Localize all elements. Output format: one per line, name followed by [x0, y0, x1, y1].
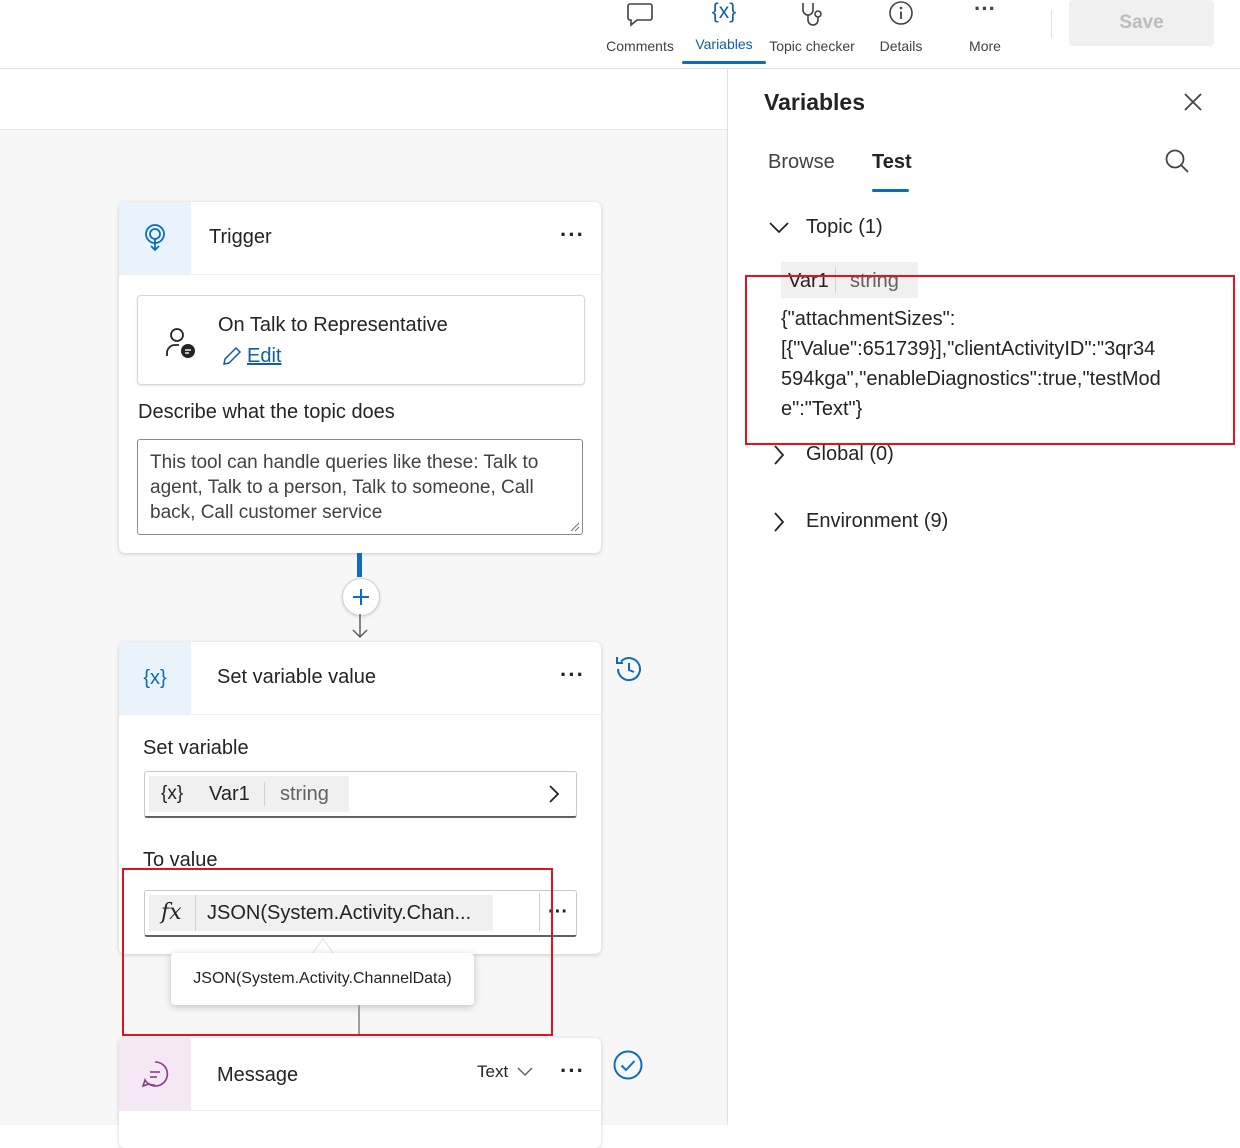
environment-section-label: Environment (9) [806, 510, 949, 532]
close-icon[interactable] [1183, 92, 1203, 112]
trigger-more-icon[interactable]: ··· [560, 222, 585, 248]
plus-icon [353, 589, 369, 605]
global-section-toggle[interactable]: Global (0) [772, 443, 894, 466]
details-label: Details [879, 38, 923, 54]
set-variable-label: Set variable [143, 737, 249, 759]
more-icon: ··· [974, 0, 996, 21]
chevron-down-icon [769, 221, 789, 233]
edit-label: Edit [247, 344, 282, 367]
formula-highlight-box [122, 868, 553, 1036]
more-button[interactable]: ··· More [955, 0, 1015, 68]
trigger-phrase-card[interactable]: On Talk to Representative Edit [137, 295, 585, 385]
set-variable-title: Set variable value [217, 666, 376, 688]
flow-connector [357, 553, 362, 577]
set-variable-more-icon[interactable]: ··· [560, 662, 585, 688]
message-node-header: Message Text ··· [119, 1038, 601, 1111]
history-icon[interactable] [613, 653, 645, 685]
variables-tab-indicator [682, 61, 766, 64]
set-variable-node-header: {x} Set variable value ··· [119, 642, 601, 715]
comments-button[interactable]: Comments [604, 0, 676, 68]
message-more-icon[interactable]: ··· [560, 1058, 585, 1084]
topic-description-textarea[interactable]: This tool can handle queries like these:… [137, 439, 583, 535]
check-circle-icon [613, 1050, 643, 1080]
pencil-icon [223, 346, 242, 365]
chevron-right-icon [549, 785, 560, 803]
variable-name: Var1 [209, 783, 250, 805]
resize-handle-icon[interactable] [570, 522, 580, 532]
arrow-down-icon [352, 614, 368, 639]
tab-browse[interactable]: Browse [768, 151, 835, 174]
top-toolbar: Comments {x} Variables Topic checker Det… [0, 0, 1240, 69]
message-mode-dropdown[interactable]: Text [477, 1062, 534, 1082]
add-node-button[interactable] [342, 578, 380, 616]
edit-trigger-link[interactable]: Edit [220, 344, 281, 368]
variable-chip-icon: {x} [161, 783, 184, 804]
tab-test[interactable]: Test [872, 151, 912, 174]
variables-panel: Variables Browse Test Topic (1) Var1 str… [728, 69, 1240, 1125]
trigger-name: On Talk to Representative [218, 314, 448, 336]
test-tab-indicator [872, 189, 909, 192]
environment-section-toggle[interactable]: Environment (9) [772, 510, 948, 533]
topic-checker-button[interactable]: Topic checker [766, 0, 858, 68]
message-node[interactable]: Message Text ··· [119, 1038, 601, 1148]
panel-title: Variables [764, 89, 866, 115]
chevron-right-icon [774, 444, 785, 465]
comment-icon [626, 0, 654, 30]
describe-label: Describe what the topic does [138, 401, 395, 423]
chevron-down-icon [517, 1067, 533, 1077]
more-label: More [969, 38, 1001, 54]
topic-checker-label: Topic checker [769, 38, 855, 54]
trigger-node-header: Trigger ··· [119, 202, 601, 275]
trigger-node[interactable]: Trigger ··· On Talk to Representative Ed… [119, 202, 601, 553]
search-icon[interactable] [1164, 148, 1190, 174]
comments-label: Comments [606, 38, 674, 54]
variables-label: Variables [695, 36, 753, 52]
trigger-icon [119, 202, 191, 274]
variable-chip: {x} Var1 string [149, 776, 349, 812]
message-icon [119, 1038, 191, 1110]
topic-section-toggle[interactable]: Topic (1) [768, 216, 883, 239]
topic-section-label: Topic (1) [806, 216, 883, 238]
global-section-label: Global (0) [806, 443, 894, 465]
variables-button[interactable]: {x} Variables [688, 0, 760, 68]
trigger-title: Trigger [209, 226, 272, 248]
variable-type: string [280, 783, 329, 805]
variable-icon: {x} [119, 642, 191, 714]
message-title: Message [217, 1064, 299, 1086]
value-highlight-box [745, 275, 1235, 445]
details-button[interactable]: Details [870, 0, 932, 68]
info-icon [887, 0, 915, 30]
message-mode: Text [477, 1062, 509, 1081]
chip-divider [264, 782, 265, 806]
person-chat-icon [164, 326, 198, 365]
variable-picker[interactable]: {x} Var1 string [144, 771, 577, 818]
canvas-header-bar [0, 69, 727, 130]
stethoscope-icon [797, 0, 827, 30]
variable-icon: {x} [711, 0, 737, 23]
save-button[interactable]: Save [1069, 0, 1214, 46]
toolbar-divider [1051, 10, 1052, 38]
chevron-right-icon [774, 511, 785, 532]
